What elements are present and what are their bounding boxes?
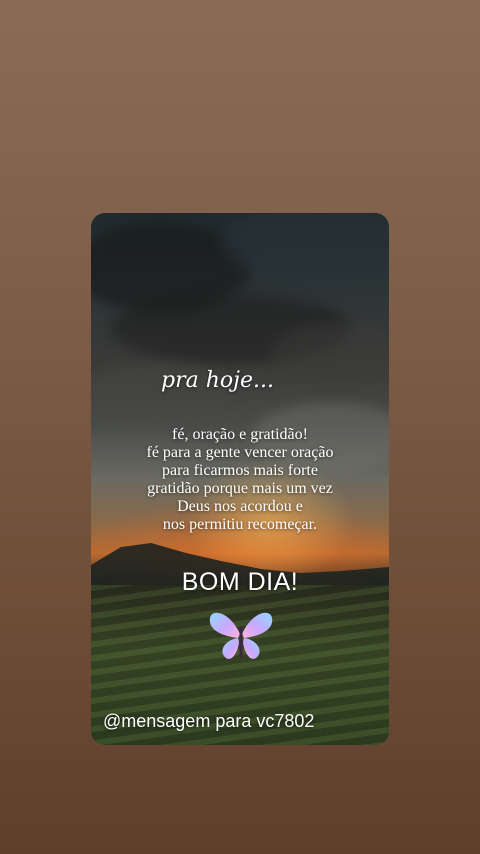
post-heading: pra hoje... [161,368,274,393]
body-line: nos permitiu recomeçar. [162,516,318,533]
greeting-text: BOM DIA! [181,568,299,596]
post-body: fé, oração e gratidão! fé para a gente v… [91,426,389,534]
body-line: Deus nos acordou e [177,498,303,515]
body-line: gratidão porque mais um vez [147,480,333,497]
butterfly-icon [209,612,273,659]
author-handle[interactable]: @mensagem para vc7802 [103,711,314,732]
story-card: pra hoje... fé, oração e gratidão! fé pa… [91,213,389,745]
cloud-shape [271,323,389,383]
body-line: fé, oração e gratidão! [172,426,308,443]
body-line: para ficarmos mais forte [162,462,318,479]
body-line: fé para a gente vencer oração [146,444,334,461]
